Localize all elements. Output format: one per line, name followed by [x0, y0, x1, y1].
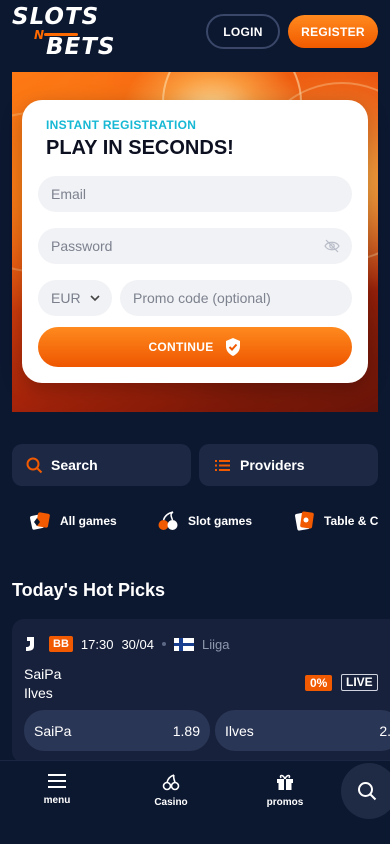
search-icon — [358, 782, 377, 801]
search-button[interactable]: Search — [12, 444, 191, 486]
promo-code-field[interactable] — [120, 280, 352, 316]
cherries-icon — [162, 774, 180, 791]
search-icon — [26, 457, 43, 473]
chevron-down-icon — [90, 295, 100, 302]
logo-text-slots: SLOTS — [12, 4, 100, 30]
login-button[interactable]: LOGIN — [206, 14, 280, 49]
header: SLOTS N BETS LOGIN REGISTER — [0, 0, 390, 64]
league-name: Liiga — [201, 636, 230, 652]
odds-team: Ilves — [225, 722, 254, 739]
currency-value: EUR — [51, 290, 81, 306]
logo-text-n: N — [34, 28, 45, 42]
odds-value: 2. — [379, 722, 390, 739]
odds-button-home[interactable]: SaiPa 1.89 — [24, 710, 210, 751]
gift-icon — [277, 774, 293, 790]
slot-games-icon — [158, 511, 178, 530]
live-badge: LIVE — [341, 674, 378, 691]
nav-item-casino[interactable]: Casino — [131, 773, 211, 808]
bottom-navigation: menu Casino promos — [0, 760, 390, 844]
password-input[interactable] — [51, 238, 352, 254]
eye-off-icon[interactable] — [324, 239, 340, 253]
odds-team: SaiPa — [34, 722, 72, 739]
match-date: 30/04 — [121, 636, 154, 652]
password-field[interactable] — [38, 228, 352, 264]
search-label: Search — [51, 457, 98, 473]
odds-value: 1.89 — [172, 722, 200, 739]
odds-button-away[interactable]: Ilves 2. — [215, 710, 390, 751]
separator-dot — [161, 642, 166, 646]
hockey-stick-icon — [26, 637, 34, 651]
match-card[interactable]: BB 17:30 30/04 Liiga SaiPa Ilves 0% LIVE… — [12, 619, 390, 763]
promo-code-input[interactable] — [133, 290, 352, 306]
nav-label: menu — [43, 795, 71, 806]
all-games-icon — [30, 512, 50, 530]
register-button[interactable]: REGISTER — [288, 15, 378, 48]
table-games-icon — [295, 511, 314, 531]
providers-label: Providers — [240, 457, 305, 473]
away-team: Ilves — [24, 685, 53, 701]
category-all-games[interactable]: All games — [28, 504, 117, 538]
category-label: Table & C — [324, 514, 379, 528]
category-strip: All games Slot games Table & C — [0, 504, 390, 538]
finland-flag-icon — [173, 637, 194, 651]
home-team: SaiPa — [24, 666, 62, 682]
form-kicker: INSTANT REGISTRATION — [46, 118, 197, 132]
category-table-games[interactable]: Table & C — [292, 504, 378, 538]
nav-item-promos[interactable]: promos — [245, 773, 325, 808]
menu-icon — [48, 774, 66, 788]
brand-logo[interactable]: SLOTS N BETS — [12, 6, 130, 60]
nav-item-menu[interactable]: menu — [17, 773, 97, 806]
section-title-hot-picks: Today's Hot Picks — [12, 580, 165, 600]
match-time: 17:30 — [80, 636, 114, 652]
nav-label: Casino — [154, 797, 188, 808]
currency-select[interactable]: EUR — [38, 280, 112, 316]
floating-search-button[interactable] — [341, 763, 390, 819]
email-input[interactable] — [51, 186, 352, 202]
bb-badge: BB — [49, 636, 73, 652]
percent-badge: 0% — [305, 675, 333, 691]
shield-check-icon — [225, 338, 240, 356]
nav-label: promos — [266, 797, 304, 808]
continue-label: CONTINUE — [148, 340, 214, 354]
logo-text-bets: BETS — [46, 34, 116, 60]
registration-form: INSTANT REGISTRATION PLAY IN SECONDS! EU… — [22, 100, 368, 383]
providers-button[interactable]: Providers — [199, 444, 378, 486]
continue-button[interactable]: CONTINUE — [38, 327, 352, 367]
category-label: All games — [60, 514, 117, 528]
list-icon — [215, 459, 230, 471]
match-meta: BB 17:30 30/04 Liiga — [23, 635, 229, 653]
category-label: Slot games — [188, 514, 253, 528]
category-slot-games[interactable]: Slot games — [156, 504, 252, 538]
form-title: PLAY IN SECONDS! — [46, 137, 234, 159]
email-field[interactable] — [38, 176, 352, 212]
